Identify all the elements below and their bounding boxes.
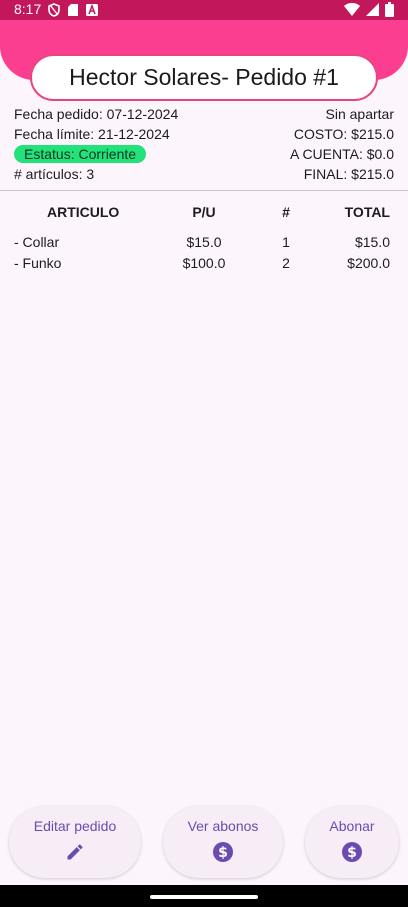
- svg-text:$: $: [347, 845, 357, 861]
- column-header-quantity: #: [282, 204, 290, 220]
- item-total: $15.0: [354, 234, 390, 250]
- status-time: 8:17: [14, 1, 42, 17]
- status-system-icons: [344, 2, 394, 17]
- battery-icon: [385, 2, 394, 17]
- pencil-icon: [65, 842, 85, 862]
- order-date: Fecha pedido: 07-12-2024: [14, 106, 179, 122]
- order-summary-row-3: Estatus: Corriente A CUENTA: $0.0: [14, 144, 394, 164]
- item-total: $200.0: [347, 255, 390, 271]
- item-quantity: 2: [282, 255, 290, 271]
- action-bar: Editar pedido Ver abonos $ Abonar $: [0, 806, 408, 878]
- sd-card-icon: [68, 4, 78, 16]
- table-header: ARTICULO P/U # TOTAL: [0, 204, 408, 224]
- page-title-text: Hector Solares- Pedido #1: [69, 64, 339, 90]
- edit-order-label: Editar pedido: [33, 818, 117, 834]
- status-notification-icons: [48, 3, 98, 17]
- edit-order-button[interactable]: Editar pedido: [9, 806, 141, 878]
- make-payment-button[interactable]: Abonar $: [305, 806, 399, 878]
- shield-icon: [48, 3, 60, 17]
- cost-total: COSTO: $215.0: [293, 126, 394, 142]
- signal-icon: [366, 3, 379, 16]
- page-title: Hector Solares- Pedido #1: [30, 54, 378, 101]
- order-summary-row-2: Fecha límite: 21-12-2024 COSTO: $215.0: [14, 124, 394, 144]
- make-payment-label: Abonar: [329, 818, 375, 834]
- wifi-icon: [344, 3, 360, 16]
- table-row: - Collar $15.0 1 $15.0: [0, 234, 408, 254]
- divider: [0, 190, 408, 191]
- dollar-circle-icon: $: [213, 842, 233, 862]
- system-nav-bar: [0, 885, 408, 907]
- status-badge: Estatus: Corriente: [14, 145, 147, 163]
- order-summary-row-4: # artículos: 3 FINAL: $215.0: [14, 164, 394, 184]
- a-badge-icon: [86, 4, 98, 16]
- column-header-unit-price: P/U: [192, 204, 216, 220]
- svg-text:$: $: [218, 845, 228, 861]
- status-bar: 8:17: [0, 0, 408, 20]
- view-payments-label: Ver abonos: [187, 818, 259, 834]
- item-quantity: 1: [282, 234, 290, 250]
- column-header-articulo: ARTICULO: [47, 204, 120, 220]
- item-unit-price: $15.0: [186, 234, 222, 250]
- order-summary: Fecha pedido: 07-12-2024 Sin apartar Fec…: [0, 104, 408, 184]
- item-count: # artículos: 3: [14, 166, 95, 182]
- dollar-circle-icon: $: [342, 842, 362, 862]
- item-name: - Funko: [14, 255, 62, 271]
- reservation-status: Sin apartar: [325, 106, 394, 122]
- home-gesture-handle[interactable]: [150, 895, 258, 899]
- due-date: Fecha límite: 21-12-2024: [14, 126, 170, 142]
- final-total: FINAL: $215.0: [303, 166, 394, 182]
- order-summary-row-1: Fecha pedido: 07-12-2024 Sin apartar: [14, 104, 394, 124]
- table-row: - Funko $100.0 2 $200.0: [0, 255, 408, 275]
- column-header-total: TOTAL: [344, 204, 390, 220]
- view-payments-button[interactable]: Ver abonos $: [163, 806, 283, 878]
- paid-amount: A CUENTA: $0.0: [289, 146, 394, 162]
- item-unit-price: $100.0: [182, 255, 226, 271]
- item-name: - Collar: [14, 234, 60, 250]
